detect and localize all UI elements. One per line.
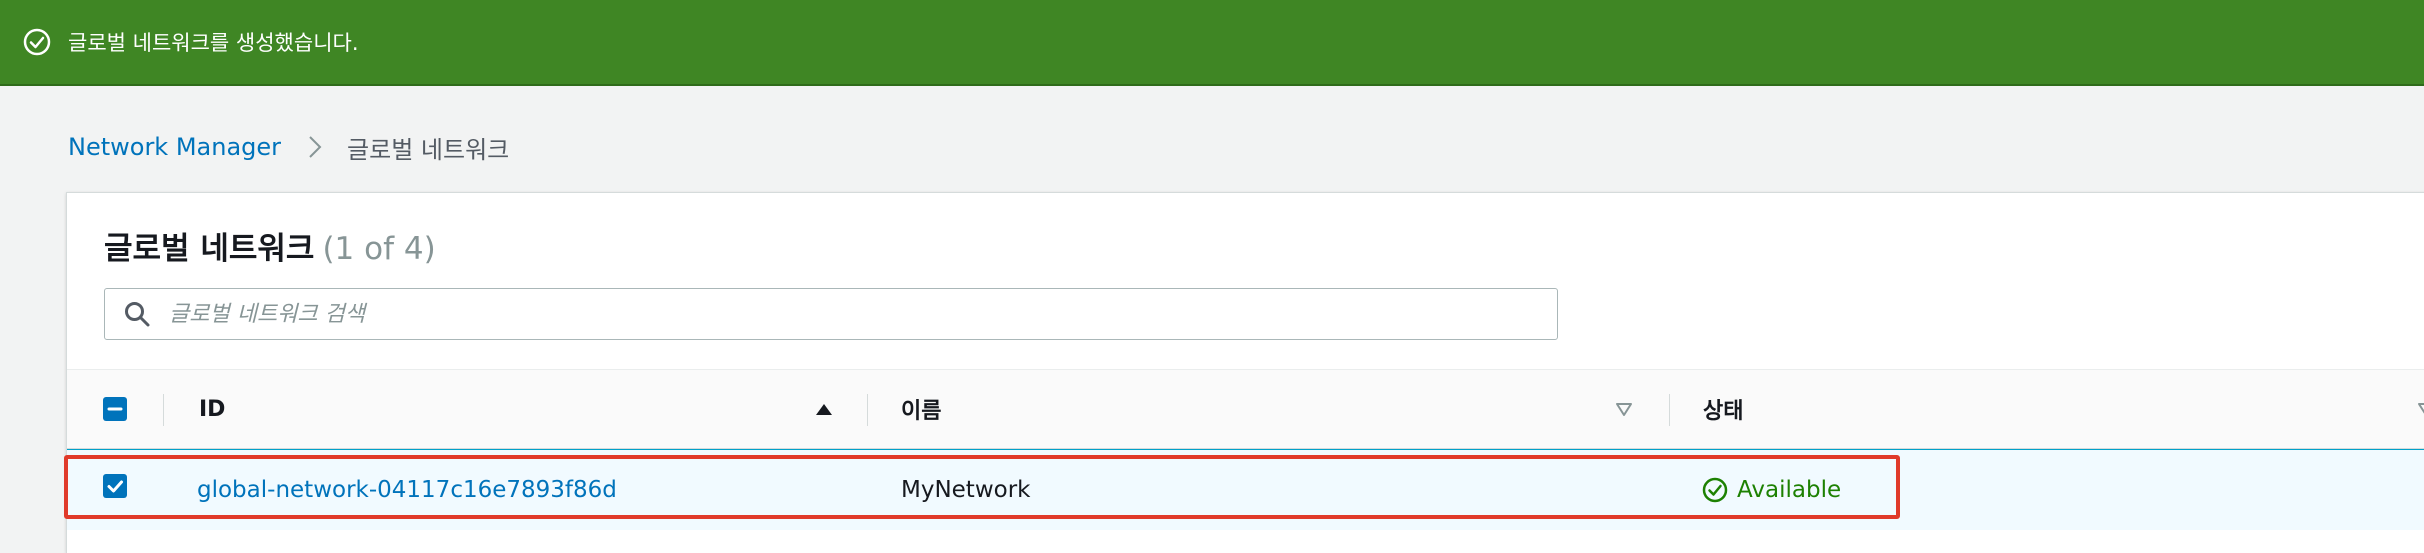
flash-message: 글로벌 네트워크를 생성했습니다. [68, 31, 359, 55]
table-header: ID 이름 상태 [67, 369, 2424, 449]
status-available-icon [1701, 476, 1729, 504]
row-checkbox[interactable] [103, 474, 127, 498]
table-row[interactable]: global-network-04117c16e7893f86d MyNetwo… [67, 449, 2424, 530]
column-divider [1669, 394, 1670, 426]
search-input[interactable] [167, 300, 1557, 328]
column-divider [867, 394, 868, 426]
checkmark-icon [107, 480, 123, 493]
breadcrumb-current: 글로벌 네트워크 [347, 135, 510, 164]
status-badge: Available [1737, 477, 1842, 503]
column-header-name-label: 이름 [901, 399, 942, 424]
column-header-name[interactable]: 이름 [901, 370, 1401, 448]
breadcrumb-network-manager-link[interactable]: Network Manager [68, 133, 281, 161]
column-divider [163, 394, 164, 426]
minus-icon [107, 407, 123, 411]
global-network-id-link[interactable]: global-network-04117c16e7893f86d [197, 477, 617, 503]
column-header-id[interactable]: ID [199, 370, 649, 448]
panel-title-text: 글로벌 네트워크 [104, 231, 315, 267]
sort-ascending-icon[interactable] [813, 398, 835, 420]
chevron-right-icon [305, 134, 325, 160]
row-name-cell: MyNetwork [901, 450, 1031, 530]
panel-title: 글로벌 네트워크 (1 of 4) [104, 223, 436, 268]
select-all-checkbox[interactable] [103, 397, 127, 421]
check-circle-icon [22, 27, 52, 57]
search-box [104, 288, 1558, 340]
search-icon [123, 300, 151, 328]
column-header-status[interactable]: 상태 [1703, 370, 2203, 448]
global-network-name: MyNetwork [901, 477, 1031, 503]
breadcrumb: Network Manager 글로벌 네트워크 [68, 127, 509, 167]
panel-item-count: (1 of 4) [322, 231, 436, 267]
column-header-id-label: ID [199, 396, 226, 422]
sort-descending-icon[interactable] [1613, 398, 1635, 420]
sort-descending-icon[interactable] [2415, 398, 2424, 420]
row-id-cell: global-network-04117c16e7893f86d [197, 450, 617, 530]
row-status-cell: Available [1701, 450, 1841, 530]
column-header-status-label: 상태 [1703, 399, 1744, 424]
success-flash-bar: 글로벌 네트워크를 생성했습니다. [0, 0, 2424, 86]
global-networks-panel: 글로벌 네트워크(1 of 4) ID 이름 [66, 192, 2424, 553]
